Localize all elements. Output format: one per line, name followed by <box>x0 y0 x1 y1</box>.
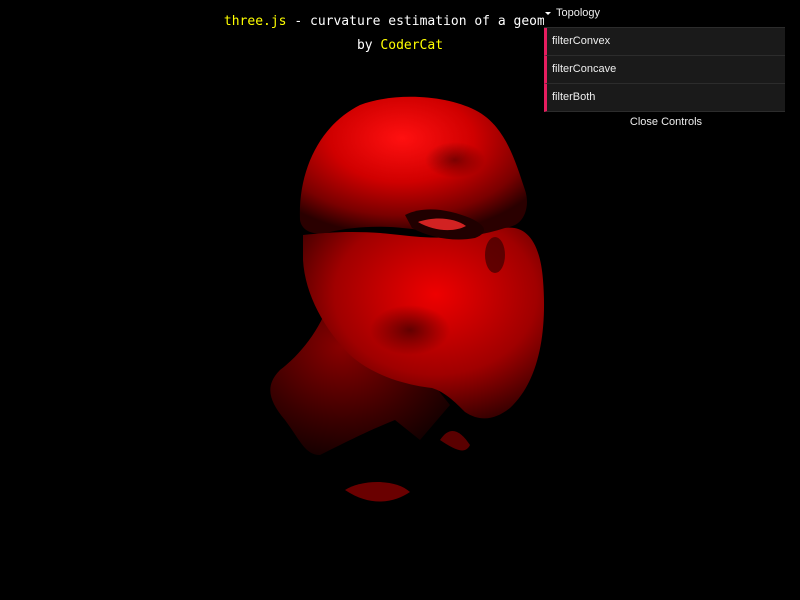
close-controls-label: Close Controls <box>629 116 703 128</box>
author-link[interactable]: CoderCat <box>380 38 443 53</box>
gui-panel: Topology filterConvex filterConcave filt… <box>544 0 785 132</box>
folder-title-topology[interactable]: Topology <box>544 0 785 28</box>
caret-down-icon <box>545 12 551 15</box>
folder-title-label: Topology <box>556 7 601 19</box>
close-controls-button[interactable]: Close Controls <box>544 112 785 132</box>
by-label: by <box>356 38 381 53</box>
gui-item-filter-concave[interactable]: filterConcave <box>544 56 785 84</box>
gui-item-filter-convex[interactable]: filterConvex <box>544 28 785 56</box>
threejs-link[interactable]: three.js <box>224 14 287 29</box>
gui-item-label: filterConcave <box>552 63 617 75</box>
gui-item-label: filterBoth <box>552 91 596 103</box>
gui-item-filter-both[interactable]: filterBoth <box>544 84 785 112</box>
head-mesh <box>270 96 545 502</box>
info-description: - curvature estimation of a geometry <box>286 14 577 29</box>
gui-item-label: filterConvex <box>552 35 611 47</box>
